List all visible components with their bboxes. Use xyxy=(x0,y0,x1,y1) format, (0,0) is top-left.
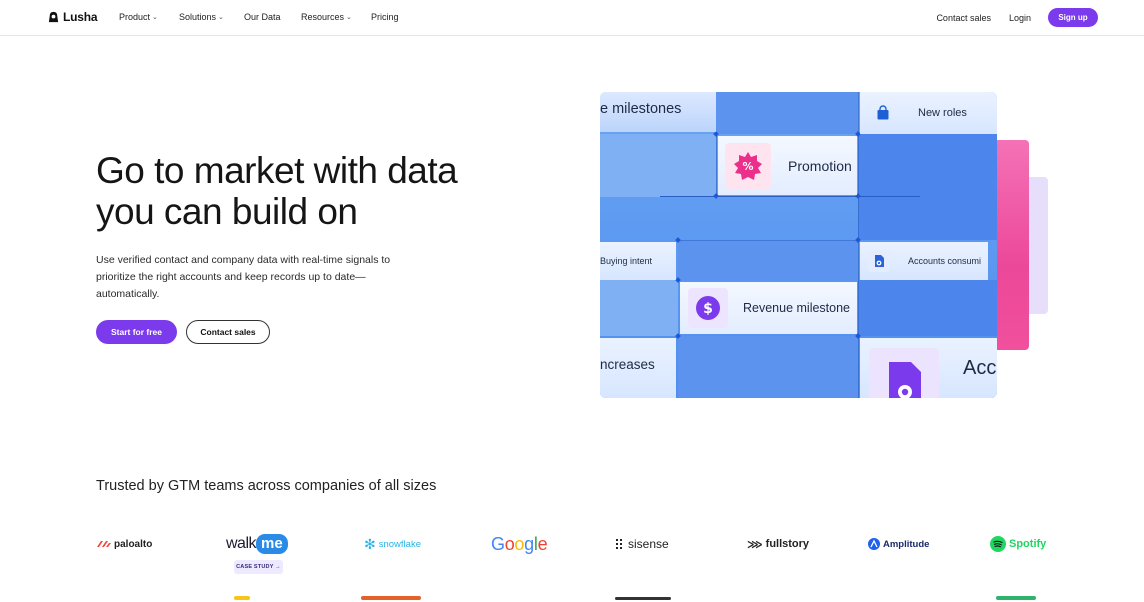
chevron-down-icon: ⌄ xyxy=(152,14,158,21)
customer-logos-row: paloalto walk me ✻ snowflake G o o g l e… xyxy=(0,530,1144,560)
nav-resources[interactable]: Resources ⌄ xyxy=(301,12,371,22)
spotify-logo: Spotify xyxy=(990,530,1046,558)
tile-buying-intent: Buying intent xyxy=(600,242,676,280)
tile-milestones-label: e milestones xyxy=(600,101,682,117)
nav-product-label: Product xyxy=(119,12,151,22)
tile-revenue-milestone: $ Revenue milestone xyxy=(680,282,857,334)
google-logo: G o o g l e xyxy=(491,530,548,558)
next-logo-row-peek xyxy=(0,596,1144,602)
bg-block xyxy=(858,280,997,336)
paloalto-mark-icon xyxy=(97,541,111,547)
amplitude-logo: Amplitude xyxy=(868,530,929,558)
tile-accounts-label: Acc xyxy=(963,356,997,379)
start-for-free-button[interactable]: Start for free xyxy=(96,320,177,344)
tile-buying-intent-label: Buying intent xyxy=(600,256,653,266)
tile-new-roles: New roles xyxy=(860,92,997,134)
grid-line xyxy=(858,92,859,398)
main-menu: Product ⌄ Solutions ⌄ Our Data Resources… xyxy=(119,12,399,22)
nav-product[interactable]: Product ⌄ xyxy=(119,12,179,22)
tile-new-roles-label: New roles xyxy=(918,107,967,119)
nav-pricing[interactable]: Pricing xyxy=(371,12,399,22)
bg-block xyxy=(678,240,858,280)
snowflake-text: snowflake xyxy=(378,538,421,550)
hero-contact-sales-button[interactable]: Contact sales xyxy=(186,320,270,344)
top-nav: Lusha Product ⌄ Solutions ⌄ Our Data Res… xyxy=(0,0,1144,36)
nav-solutions-label: Solutions xyxy=(179,12,217,22)
nav-actions: Contact sales Login Sign up xyxy=(936,8,1098,27)
google-letter: e xyxy=(537,533,548,554)
nav-login-link[interactable]: Login xyxy=(1009,13,1031,23)
signup-button[interactable]: Sign up xyxy=(1048,8,1098,27)
chevron-down-icon: ⌄ xyxy=(218,14,224,21)
walkme-case-study-badge[interactable]: CASE STUDY → xyxy=(234,560,283,574)
paloalto-text: paloalto xyxy=(114,538,153,550)
tile-revenue-milestone-label: Revenue milestone xyxy=(743,301,851,315)
nav-pricing-label: Pricing xyxy=(371,12,399,22)
peek-logo xyxy=(361,596,421,600)
svg-text:$: $ xyxy=(703,301,713,317)
nav-our-data[interactable]: Our Data xyxy=(244,12,301,22)
tile-increases: ncreases xyxy=(600,338,676,398)
sisense-mark-icon xyxy=(616,539,622,549)
snowflake-icon: ✻ xyxy=(364,535,376,552)
google-letter: o xyxy=(504,533,515,554)
document-eye-icon xyxy=(868,250,890,272)
trusted-heading: Trusted by GTM teams across companies of… xyxy=(96,478,437,494)
fullstory-logo: ⋙ fullstory xyxy=(747,530,809,558)
paloalto-logo: paloalto xyxy=(97,530,152,558)
google-letter: G xyxy=(491,533,505,554)
spotify-text: Spotify xyxy=(1009,538,1047,550)
grid-line xyxy=(716,132,717,198)
signals-illustration: e milestones New roles % Promotion Buyin… xyxy=(600,92,997,398)
lusha-logo-icon xyxy=(48,11,59,22)
bg-block xyxy=(858,134,997,240)
amplitude-mark-icon xyxy=(868,538,880,550)
shopping-bag-icon xyxy=(872,102,894,124)
nav-resources-label: Resources xyxy=(301,12,345,22)
sisense-text: sisense xyxy=(628,537,669,551)
nav-contact-sales-link[interactable]: Contact sales xyxy=(936,13,991,23)
nav-solutions[interactable]: Solutions ⌄ xyxy=(179,12,244,22)
peek-logo xyxy=(615,597,671,600)
document-icon xyxy=(869,348,939,398)
amplitude-text: Amplitude xyxy=(883,538,930,550)
bg-block xyxy=(600,280,678,336)
tile-accounts: Acc xyxy=(860,338,997,398)
bg-block xyxy=(716,92,858,134)
logo-text: Lusha xyxy=(63,10,98,24)
hero-cta-row: Start for free Contact sales xyxy=(96,320,270,344)
chevron-down-icon: ⌄ xyxy=(346,14,352,21)
lusha-logo[interactable]: Lusha xyxy=(47,10,98,24)
google-letter: o xyxy=(514,533,525,554)
walkme-me-text: me xyxy=(256,534,288,554)
tile-promotion-label: Promotion xyxy=(788,157,852,174)
peek-logo xyxy=(996,596,1036,600)
peek-logo xyxy=(234,596,250,600)
fullstory-text: fullstory xyxy=(765,538,810,550)
snowflake-logo: ✻ snowflake xyxy=(364,530,421,558)
tile-promotion: % Promotion xyxy=(718,136,857,195)
walkme-walk-text: walk xyxy=(226,535,257,552)
dollar-coin-icon: $ xyxy=(688,288,728,328)
grid-line xyxy=(660,196,920,197)
nav-our-data-label: Our Data xyxy=(244,12,281,22)
percent-badge-icon: % xyxy=(725,142,771,189)
tile-increases-label: ncreases xyxy=(600,356,655,372)
svg-text:%: % xyxy=(742,160,753,173)
grid-line xyxy=(678,240,858,241)
hero-subtitle: Use verified contact and company data wi… xyxy=(96,254,391,300)
tile-accounts-consuming: Accounts consumi xyxy=(860,242,988,280)
bg-block xyxy=(600,134,716,197)
tile-milestones: e milestones xyxy=(600,92,716,132)
bg-block xyxy=(678,336,858,398)
tile-accounts-consuming-label: Accounts consumi xyxy=(908,256,982,266)
sisense-logo: sisense xyxy=(615,530,669,558)
fullstory-mark-icon: ⋙ xyxy=(747,538,763,551)
google-letter: g xyxy=(524,533,534,554)
spotify-mark-icon xyxy=(990,536,1006,552)
walkme-logo[interactable]: walk me xyxy=(226,530,288,558)
hero-title: Go to market with data you can build on xyxy=(96,150,458,232)
